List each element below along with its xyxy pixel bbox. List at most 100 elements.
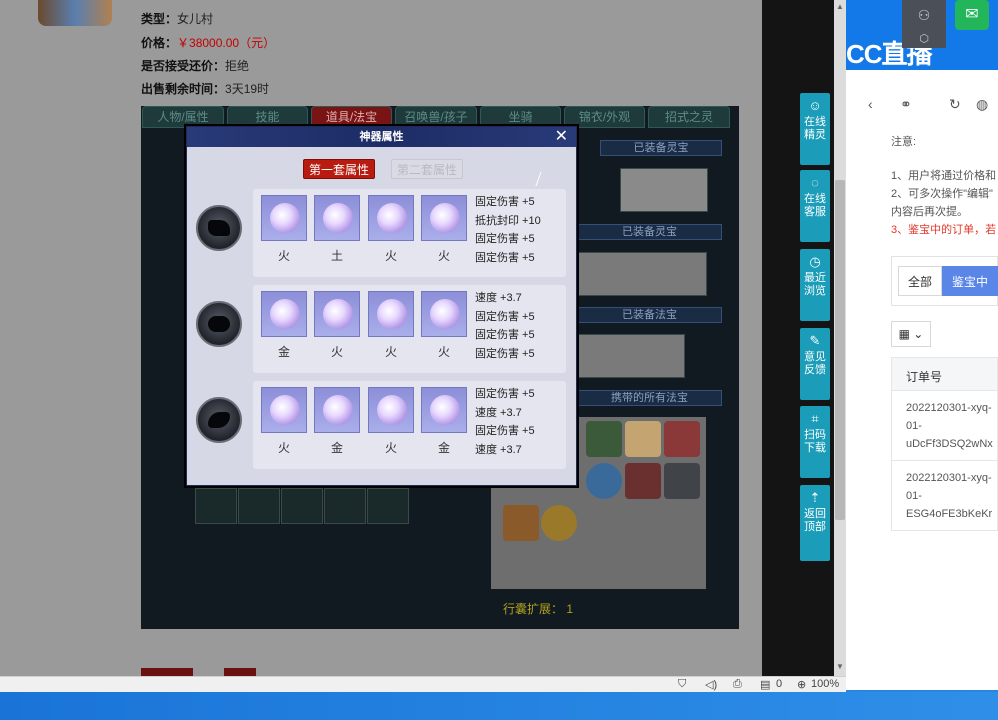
game-slot[interactable]: [238, 488, 280, 524]
stat-list: 固定伤害 +5 速度 +3.7 固定伤害 +5 速度 +3.7: [475, 385, 535, 459]
scroll-thumb[interactable]: [835, 180, 845, 520]
table-row[interactable]: 2022120301-xyq- 01- ESG4oFE3bKeKr: [891, 461, 998, 531]
element-label: 火: [277, 249, 290, 263]
tab-outfits[interactable]: 锦衣/外观: [564, 106, 645, 128]
bag-item[interactable]: [625, 421, 661, 457]
treasure-slots[interactable]: [577, 334, 685, 378]
refresh-icon[interactable]: ↻: [949, 96, 961, 113]
tab-appraising[interactable]: 鉴宝中: [942, 266, 998, 296]
gem-icon[interactable]: [421, 195, 467, 241]
game-slot[interactable]: [195, 488, 237, 524]
spirit-slot[interactable]: [620, 168, 708, 212]
gem-icon[interactable]: [368, 387, 414, 433]
equipped-spirit-header: 已装备灵宝: [600, 140, 722, 156]
game-slot[interactable]: [367, 488, 409, 524]
gem-icon[interactable]: [261, 291, 307, 337]
box-icon[interactable]: ⬡: [902, 30, 946, 48]
scroll-up-icon[interactable]: ▲: [836, 2, 844, 11]
sidebar-label: 返回顶部: [804, 508, 826, 533]
tab-items[interactable]: 道具/法宝: [311, 106, 392, 128]
element-label: 火: [384, 249, 397, 263]
reading-icon[interactable]: ▤: [760, 678, 770, 691]
set2-button[interactable]: 第二套属性: [391, 159, 463, 179]
user-icon[interactable]: ⚇: [902, 0, 946, 30]
bag-item[interactable]: [586, 463, 622, 499]
sidebar-online-sprite[interactable]: ☺ 在线精灵: [800, 93, 830, 165]
link-icon[interactable]: ⚭: [900, 96, 912, 113]
gem-icon[interactable]: [421, 387, 467, 433]
all-treasure-header: 携带的所有法宝: [577, 390, 722, 406]
spirit-gear-slots[interactable]: [577, 252, 707, 296]
stat-line: 固定伤害 +5: [475, 388, 535, 400]
bag-item[interactable]: [664, 421, 700, 457]
gem-icon[interactable]: [314, 195, 360, 241]
sidebar-feedback[interactable]: ✎ 意见反馈: [800, 328, 830, 400]
speaker-icon[interactable]: ◁): [705, 678, 717, 691]
stat-list: 速度 +3.7 固定伤害 +5 固定伤害 +5 固定伤害 +5: [475, 289, 535, 363]
wechat-icon[interactable]: ✉: [955, 0, 989, 30]
bag-item[interactable]: [503, 505, 539, 541]
element-label: 火: [384, 441, 397, 455]
sprite-avatar-icon: ☺: [808, 98, 822, 113]
info-type: 类型：女儿村: [141, 10, 213, 27]
taskbar: [0, 692, 998, 720]
scan-icon: ⌗: [811, 411, 819, 426]
tab-all[interactable]: 全部: [898, 266, 942, 296]
collect-button[interactable]: [224, 668, 256, 676]
gem-icon[interactable]: [368, 195, 414, 241]
game-slot[interactable]: [281, 488, 323, 524]
gem-icon[interactable]: [368, 291, 414, 337]
tab-moves[interactable]: 招式之灵: [648, 106, 730, 128]
sidebar-label: 最近浏览: [804, 272, 826, 297]
gem-icon[interactable]: [314, 291, 360, 337]
gem-icon[interactable]: [261, 387, 307, 433]
element-label: 火: [330, 345, 343, 359]
info-price-label: 价格：: [141, 36, 178, 50]
tab-mounts[interactable]: 坐骑: [480, 106, 561, 128]
buy-button[interactable]: [141, 668, 193, 676]
order-table-header: 订单号: [891, 357, 998, 391]
info-price: 价格：￥38000.00（元）: [141, 34, 275, 51]
gem-icon[interactable]: [421, 291, 467, 337]
table-row[interactable]: 2022120301-xyq- 01- uDcFf3DSQ2wNx: [891, 391, 998, 461]
page-scrollbar[interactable]: ▲ ▼: [834, 0, 846, 676]
set1-button[interactable]: 第一套属性: [303, 159, 375, 179]
sidebar-label: 在线客服: [804, 193, 826, 218]
tab-character[interactable]: 人物/属性: [142, 106, 224, 128]
bag-item[interactable]: [541, 505, 577, 541]
stat-line: 固定伤害 +5: [475, 329, 535, 342]
bag-item[interactable]: [664, 463, 700, 499]
bag-item[interactable]: [625, 463, 661, 499]
shield-icon[interactable]: ⛉: [678, 678, 686, 691]
sidebar-back-to-top[interactable]: ⇡ 返回顶部: [800, 485, 830, 561]
close-icon[interactable]: ✕: [555, 127, 568, 146]
notice-title: 注意:: [891, 136, 917, 148]
game-slot[interactable]: [324, 488, 366, 524]
sidebar-online-service[interactable]: ◌ 在线客服: [800, 170, 830, 242]
zoom-icon[interactable]: ⊕: [797, 678, 806, 691]
headphones-icon: ◌: [811, 175, 819, 190]
back-icon[interactable]: ‹: [868, 96, 873, 112]
tab-summons[interactable]: 召唤兽/孩子: [395, 106, 477, 128]
sidebar-download[interactable]: ⌗ 扫码下载: [800, 406, 830, 478]
zoom-level[interactable]: 100%: [811, 678, 839, 690]
stat-line: 速度 +3.7: [475, 406, 522, 419]
element-label: 火: [437, 345, 450, 359]
order-id-line: uDcFf3DSQ2wNx: [906, 438, 993, 450]
print-icon[interactable]: ⎙: [733, 678, 742, 691]
scroll-down-icon[interactable]: ▼: [836, 662, 844, 671]
stat-line: 固定伤害 +5: [475, 425, 535, 438]
sidebar-recent[interactable]: ◷ 最近浏览: [800, 249, 830, 321]
tab-skills[interactable]: 技能: [227, 106, 308, 128]
arrow-up-icon: ⇡: [809, 490, 821, 505]
bag-item[interactable]: [586, 421, 622, 457]
stat-line: 抵抗封印 +10: [475, 214, 541, 227]
column-settings-button[interactable]: ▦ ⌄: [891, 321, 931, 347]
info-price-value: ￥38000.00（元）: [177, 36, 276, 50]
globe-icon[interactable]: ◍: [976, 96, 988, 113]
element-label: 火: [437, 249, 450, 263]
notice-line: 内容后再次提。: [891, 206, 968, 218]
gem-icon[interactable]: [314, 387, 360, 433]
gem-icon[interactable]: [261, 195, 307, 241]
bag-extension: 行囊扩展： 1: [503, 600, 573, 617]
